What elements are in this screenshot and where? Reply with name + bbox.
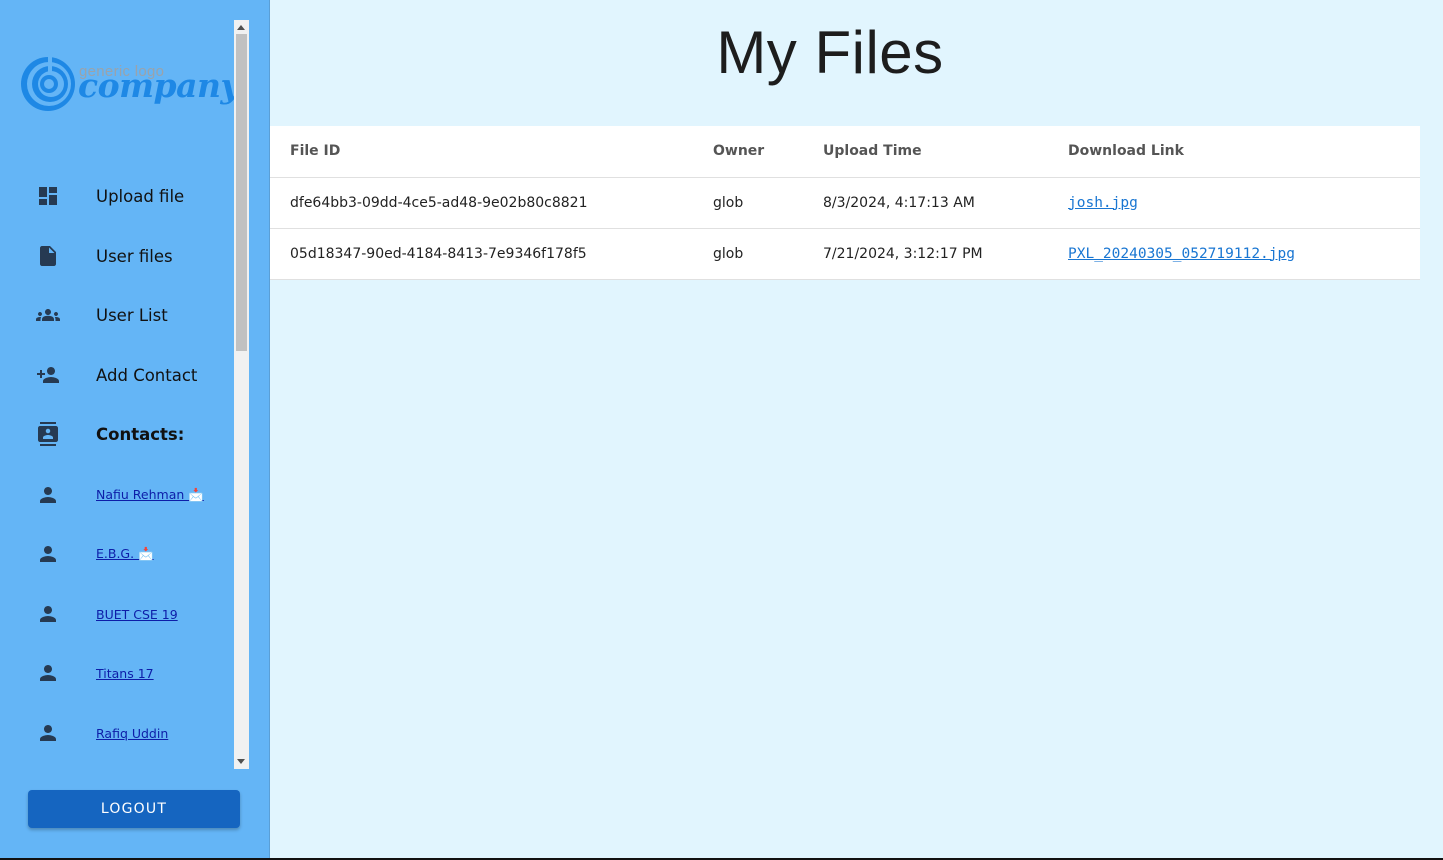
file-id-cell: 05d18347-90ed-4184-8413-7e9346f178f5 [270, 228, 693, 280]
scrollbar-thumb[interactable] [236, 34, 247, 351]
file-id-cell: dfe64bb3-09dd-4ce5-ad48-9e02b80c8821 [270, 177, 693, 229]
sidebar: generic logo company Upload file User fi… [0, 0, 270, 858]
contact-item[interactable]: E.B.G. 📩 [0, 534, 234, 574]
nav-upload-file-label: Upload file [96, 186, 185, 206]
logout-button[interactable]: LOGOUT [28, 790, 240, 828]
person-add-icon [36, 363, 60, 387]
group-icon [36, 303, 60, 327]
nav-upload-file[interactable]: Upload file [0, 176, 234, 216]
table-header-row: File ID Owner Upload Time Download Link [270, 126, 1420, 178]
contact-item[interactable]: Nafiu Rehman 📩 [0, 475, 234, 515]
contacts-icon [36, 422, 60, 446]
contact-item[interactable]: Titans 17 [0, 653, 234, 693]
logo-wordmark: company [78, 66, 240, 105]
sidebar-scrollbar[interactable] [234, 20, 249, 769]
download-link-cell: PXL_20240305_052719112.jpg [1048, 228, 1420, 280]
files-table: File ID Owner Upload Time Download Link … [270, 126, 1420, 280]
scroll-down-arrow-icon[interactable] [237, 759, 245, 764]
column-header-upload-time: Upload Time [803, 126, 1048, 178]
download-link-cell: josh.jpg [1048, 177, 1420, 229]
column-header-owner: Owner [693, 126, 803, 178]
person-icon [36, 483, 60, 507]
page-title: My Files [716, 19, 944, 86]
table-row: 05d18347-90ed-4184-8413-7e9346f178f5 glo… [270, 228, 1420, 280]
download-link[interactable]: josh.jpg [1068, 195, 1138, 211]
nav-user-list[interactable]: User List [0, 295, 234, 335]
nav-contacts-header: Contacts: [0, 414, 234, 454]
contact-link[interactable]: Rafiq Uddin [96, 726, 168, 741]
scroll-up-arrow-icon[interactable] [237, 25, 245, 30]
table-row: dfe64bb3-09dd-4ce5-ad48-9e02b80c8821 glo… [270, 177, 1420, 229]
download-link[interactable]: PXL_20240305_052719112.jpg [1068, 246, 1295, 262]
spiral-logo-icon [21, 57, 75, 111]
dashboard-icon [36, 184, 60, 208]
nav-user-list-label: User List [96, 305, 168, 325]
contact-link[interactable]: Nafiu Rehman 📩 [96, 487, 204, 503]
column-header-download-link: Download Link [1048, 126, 1420, 178]
nav-add-contact[interactable]: Add Contact [0, 355, 234, 395]
nav-user-files[interactable]: User files [0, 236, 234, 276]
contact-item[interactable]: Rafiq Uddin [0, 713, 234, 753]
contact-link[interactable]: Titans 17 [96, 666, 154, 681]
contact-link[interactable]: BUET CSE 19 [96, 607, 178, 622]
main-content: My Files File ID Owner Upload Time Downl… [270, 0, 1443, 858]
file-icon [36, 244, 60, 268]
person-icon [36, 661, 60, 685]
company-logo: generic logo company [18, 55, 240, 115]
upload-time-cell: 7/21/2024, 3:12:17 PM [803, 228, 1048, 280]
person-icon [36, 542, 60, 566]
upload-time-cell: 8/3/2024, 4:17:13 AM [803, 177, 1048, 229]
nav-user-files-label: User files [96, 246, 173, 266]
owner-cell: glob [693, 228, 803, 280]
person-icon [36, 602, 60, 626]
contacts-heading: Contacts: [96, 424, 185, 444]
contact-item[interactable]: BUET CSE 19 [0, 594, 234, 634]
person-icon [36, 721, 60, 745]
contact-link[interactable]: E.B.G. 📩 [96, 546, 154, 562]
column-header-file-id: File ID [270, 126, 693, 178]
owner-cell: glob [693, 177, 803, 229]
nav-add-contact-label: Add Contact [96, 365, 198, 385]
